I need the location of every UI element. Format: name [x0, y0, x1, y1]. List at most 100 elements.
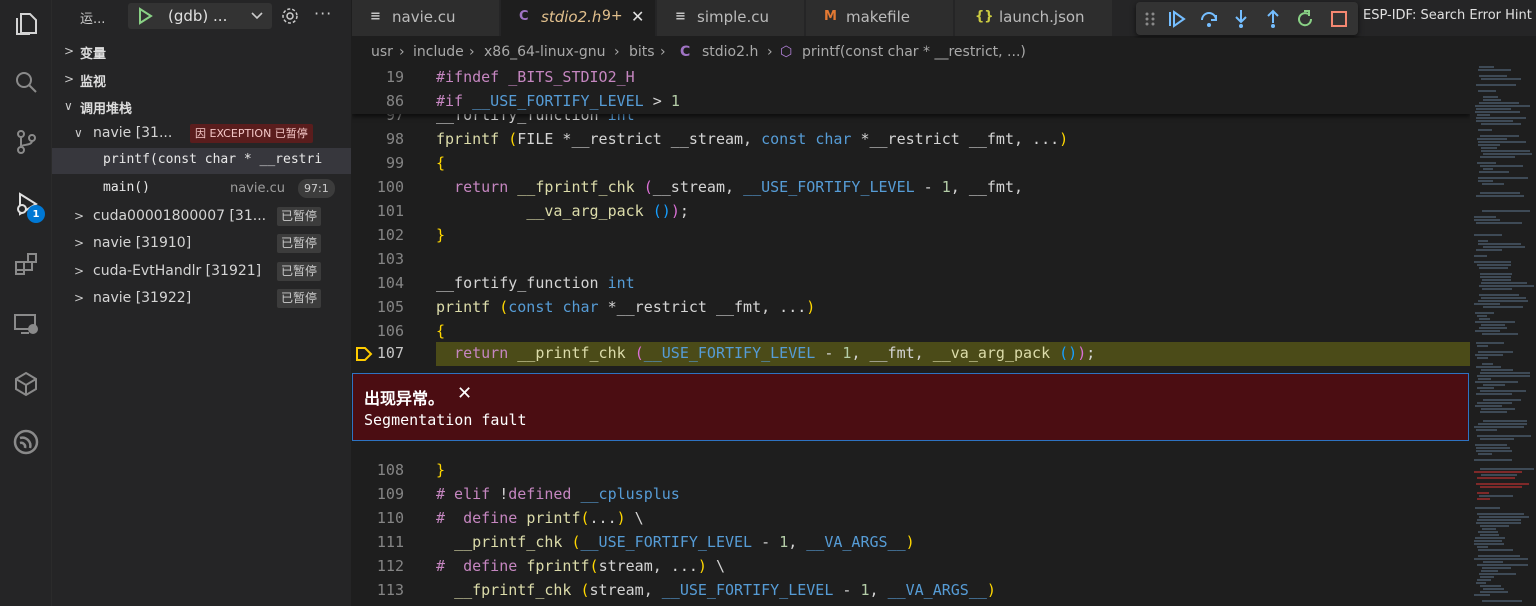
line-number: 19 — [385, 68, 404, 86]
tab-launch-json[interactable]: {} launch.json — [955, 0, 1113, 36]
code-line[interactable]: 103 — [352, 248, 1470, 272]
minimap-line — [1481, 147, 1497, 149]
minimap-line — [1478, 144, 1500, 146]
continue-icon[interactable] — [1166, 8, 1188, 30]
drag-handle-icon[interactable] — [1142, 8, 1164, 30]
code-line[interactable]: 109 # elif !defined __cplusplus — [352, 483, 1470, 507]
minimap-line — [1481, 408, 1515, 410]
line-number: 101 — [376, 202, 404, 220]
breadcrumb-item[interactable]: stdio2.h — [702, 44, 758, 60]
code-line[interactable]: 99 { — [352, 152, 1470, 176]
breadcrumb-item[interactable]: include — [413, 44, 464, 60]
code-line[interactable]: 110 # define printf(...) \ — [352, 507, 1470, 531]
code-line[interactable]: 111 __printf_chk (__USE_FORTIFY_LEVEL - … — [352, 531, 1470, 555]
extensions-icon[interactable] — [8, 246, 44, 282]
explorer-icon[interactable] — [8, 6, 44, 42]
stack-frame-row[interactable]: printf(const char * __restri — [52, 148, 351, 174]
code-text: return __fprintf_chk (__stream, __USE_FO… — [454, 178, 1024, 196]
launch-config-select[interactable]: (gdb) ... — [128, 3, 272, 29]
breadcrumb-separator: › — [614, 44, 620, 60]
minimap-line — [1476, 393, 1512, 395]
stop-icon[interactable] — [1328, 8, 1350, 30]
minimap-line — [1480, 276, 1511, 278]
thread-row[interactable]: > cuda00001800007 [31... 已暂停 — [52, 204, 351, 230]
run-view-title: 运... — [80, 12, 106, 27]
close-icon[interactable]: ✕ — [631, 7, 644, 26]
minimap-line — [1476, 222, 1522, 224]
code-line[interactable]: 113 __fprintf_chk (stream, __USE_FORTIFY… — [352, 579, 1470, 603]
minimap-line — [1475, 111, 1520, 113]
code-line[interactable]: 104 __fortify_function int — [352, 272, 1470, 296]
thread-row[interactable]: ∨ navie [31... 因 EXCEPTION 已暂停 — [52, 121, 351, 147]
remote-explorer-icon[interactable] — [8, 306, 44, 342]
start-debug-icon[interactable] — [136, 7, 154, 29]
esp-idf-icon[interactable] — [8, 424, 44, 460]
minimap-line — [1474, 261, 1511, 263]
step-over-icon[interactable] — [1198, 8, 1220, 30]
code-text: # define fprintf(stream, ...) \ — [436, 557, 725, 575]
tab-stdio2-h[interactable]: C stdio2.h 9+ ✕ — [501, 0, 656, 36]
code-line[interactable]: 102 } — [352, 224, 1470, 248]
minimap-line — [1474, 594, 1490, 596]
minimap-line — [1477, 264, 1511, 266]
variables-section[interactable]: > 变量 — [52, 40, 351, 64]
minimap-line — [1476, 120, 1513, 122]
minimap[interactable] — [1470, 66, 1536, 606]
search-icon[interactable] — [8, 64, 44, 100]
restart-icon[interactable] — [1294, 8, 1316, 30]
minimap-line — [1482, 567, 1511, 569]
breadcrumb-item[interactable]: x86_64-linux-gnu — [484, 44, 605, 60]
step-into-icon[interactable] — [1230, 8, 1252, 30]
tab-makefile[interactable]: M makefile — [806, 0, 954, 36]
code-line[interactable]: 112 # define fprintf(stream, ...) \ — [352, 555, 1470, 579]
gear-icon[interactable] — [280, 6, 300, 30]
more-actions-icon[interactable]: ··· — [314, 4, 332, 23]
minimap-line — [1482, 210, 1530, 212]
code-text: # define printf(...) \ — [436, 509, 644, 527]
tab-label: launch.json — [999, 8, 1085, 26]
chevron-down-icon[interactable] — [250, 9, 264, 27]
minimap-line — [1481, 150, 1530, 152]
breadcrumb-item[interactable]: printf(const char * __restrict, ...) — [802, 44, 1026, 60]
code-line[interactable]: 106 { — [352, 320, 1470, 344]
cmake-icon[interactable] — [8, 366, 44, 402]
breadcrumb-separator: › — [469, 44, 475, 60]
minimap-line — [1482, 279, 1511, 281]
current-code-line[interactable]: 107 return __printf_chk (__USE_FORTIFY_L… — [352, 342, 1470, 366]
thread-row[interactable]: > navie [31910] 已暂停 — [52, 231, 351, 257]
minimap-line — [1477, 546, 1488, 548]
tab-simple-cu[interactable]: ≡ simple.cu — [657, 0, 805, 36]
watch-section[interactable]: > 监视 — [52, 68, 351, 92]
sticky-line[interactable]: 19 #ifndef _BITS_STDIO2_H — [352, 66, 1470, 90]
tab-navie-cu[interactable]: ≡ navie.cu — [352, 0, 500, 36]
debug-sidebar: 运... (gdb) ... ··· > 变量 > 监视 ∨ 调用堆栈 ∨ na… — [52, 0, 351, 606]
exception-title: 出现异常。 — [364, 389, 445, 408]
minimap-line — [1479, 171, 1509, 173]
esp-idf-search-error-hint[interactable]: ESP-IDF: Search Error Hint — [1363, 8, 1532, 23]
thread-name: navie [31... — [93, 125, 173, 141]
breadcrumb-item[interactable]: usr — [371, 44, 393, 60]
minimap-line — [1477, 579, 1491, 581]
call-stack-section[interactable]: ∨ 调用堆栈 — [52, 95, 351, 119]
code-editor[interactable]: 19 #ifndef _BITS_STDIO2_H 86 #if __USE_F… — [352, 66, 1470, 606]
minimap-line — [1478, 555, 1520, 557]
step-out-icon[interactable] — [1262, 8, 1284, 30]
code-line[interactable]: 101 __va_arg_pack ()); — [352, 200, 1470, 224]
code-line[interactable]: 108 } — [352, 459, 1470, 483]
minimap-line — [1479, 267, 1508, 269]
thread-row[interactable]: > navie [31922] 已暂停 — [52, 286, 351, 312]
minimap-line — [1479, 102, 1519, 104]
thread-row[interactable]: > cuda-EvtHandlr [31921] 已暂停 — [52, 259, 351, 285]
code-line[interactable]: 98 fprintf (FILE *__restrict __stream, c… — [352, 128, 1470, 152]
close-icon[interactable]: ✕ — [457, 383, 472, 404]
breadcrumb-item[interactable]: bits — [629, 44, 655, 60]
code-line[interactable]: 105 printf (const char *__restrict __fmt… — [352, 296, 1470, 320]
minimap-line — [1478, 141, 1526, 143]
source-control-icon[interactable] — [8, 124, 44, 160]
minimap-line — [1475, 537, 1505, 539]
launch-config-label: (gdb) ... — [168, 7, 228, 25]
stack-frame-row[interactable]: main() navie.cu 97:1 — [52, 176, 351, 202]
minimap-line — [1475, 321, 1515, 323]
sticky-line[interactable]: 86 #if __USE_FORTIFY_LEVEL > 1 — [352, 90, 1470, 114]
code-line[interactable]: 100 return __fprintf_chk (__stream, __US… — [352, 176, 1470, 200]
